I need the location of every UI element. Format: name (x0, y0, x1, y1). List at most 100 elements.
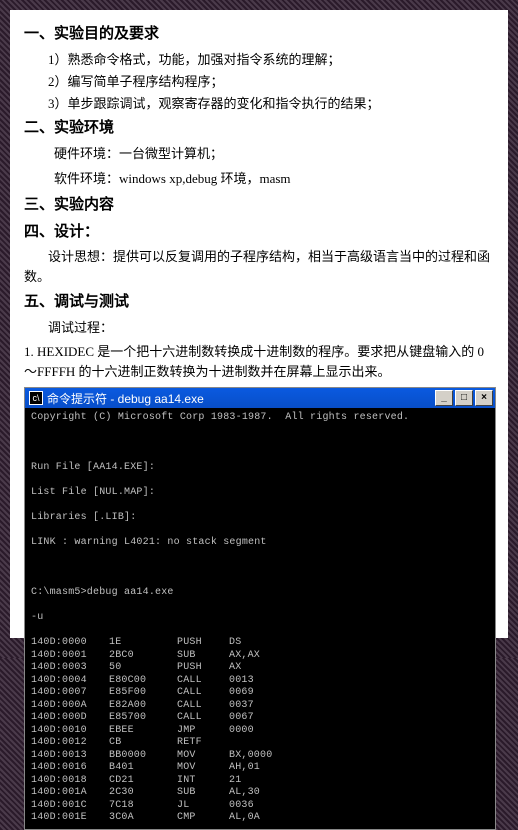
disasm-cell: E85700 (109, 712, 177, 725)
document-page: 一、实验目的及要求 1）熟悉命令格式，功能，加强对指令系统的理解； 2）编写简单… (10, 10, 508, 638)
disasm-row: 140D:000AE82A00CALL0037 (31, 700, 489, 713)
disasm-row: 140D:001E3C0ACMPAL,0A (31, 812, 489, 825)
disasm-cell: RETF (177, 737, 229, 750)
disasm-cell: E82A00 (109, 700, 177, 713)
disasm-cell: AX,AX (229, 650, 489, 663)
disasm-cell: 21 (229, 775, 489, 788)
cmd-icon: c\ (29, 391, 43, 405)
disasm-cell: 50 (109, 662, 177, 675)
section-5-title: 五、调试与测试 (24, 290, 494, 311)
terminal-line (31, 562, 489, 575)
disasm-cell: 140D:0013 (31, 750, 109, 763)
disasm-cell: CALL (177, 712, 229, 725)
disasm-cell: EBEE (109, 725, 177, 738)
hexidec-paragraph: 1. HEXIDEC 是一个把十六进制数转换成十进制数的程序。要求把从键盘输入的… (24, 342, 494, 381)
maximize-button[interactable]: □ (455, 390, 473, 406)
disasm-cell: JMP (177, 725, 229, 738)
disasm-row: 140D:0004E80C00CALL0013 (31, 675, 489, 688)
disasm-cell: SUB (177, 650, 229, 663)
terminal-line: LINK : warning L4021: no stack segment (31, 537, 489, 550)
software-env: 软件环境：windows xp,debug 环境，masm (54, 168, 494, 187)
disasm-cell: SUB (177, 787, 229, 800)
disasm-cell: 0067 (229, 712, 489, 725)
section-3-title: 三、实验内容 (24, 193, 494, 214)
section-2-title: 二、实验环境 (24, 116, 494, 137)
disasm-cell: E80C00 (109, 675, 177, 688)
disasm-cell: CB (109, 737, 177, 750)
disasm-cell: AX (229, 662, 489, 675)
disasm-row: 140D:0013BB0000MOVBX,0000 (31, 750, 489, 763)
disasm-cell: AL,30 (229, 787, 489, 800)
window-title: 命令提示符 - debug aa14.exe (47, 390, 204, 407)
disasm-row: 140D:0012CBRETF (31, 737, 489, 750)
list-item: 2）编写简单子程序结构程序； (48, 71, 494, 90)
disasm-cell: 140D:0001 (31, 650, 109, 663)
design-paragraph: 设计思想：提供可以反复调用的子程序结构，相当于高级语言当中的过程和函数。 (24, 247, 494, 286)
disasm-row: 140D:0016B401MOVAH,01 (31, 762, 489, 775)
terminal-line: Libraries [.LIB]: (31, 512, 489, 525)
disasm-row: 140D:001C7C18JL0036 (31, 800, 489, 813)
window-buttons: _ □ × (435, 390, 495, 406)
disasm-cell: 140D:0007 (31, 687, 109, 700)
disasm-cell: CALL (177, 687, 229, 700)
list-item: 1）熟悉命令格式，功能，加强对指令系统的理解； (48, 49, 494, 68)
disasm-cell: BX,0000 (229, 750, 489, 763)
disasm-cell: 140D:0010 (31, 725, 109, 738)
disasm-cell: 140D:0018 (31, 775, 109, 788)
terminal-line (31, 437, 489, 450)
disasm-cell: 140D:001E (31, 812, 109, 825)
disasm-cell: 0013 (229, 675, 489, 688)
disasm-cell: 140D:0016 (31, 762, 109, 775)
terminal-line: C:\masm5>debug aa14.exe (31, 587, 489, 600)
terminal-window: c\ 命令提示符 - debug aa14.exe _ □ × Copyrigh… (24, 387, 496, 830)
section-4-title: 四、设计： (24, 220, 494, 241)
disasm-row: 140D:0010EBEEJMP0000 (31, 725, 489, 738)
disasm-cell: 140D:0004 (31, 675, 109, 688)
disasm-cell (229, 737, 489, 750)
disassembly-block: 140D:00001EPUSHDS140D:00012BC0SUBAX,AX14… (31, 637, 489, 825)
disasm-row: 140D:000350PUSHAX (31, 662, 489, 675)
minimize-button[interactable]: _ (435, 390, 453, 406)
hardware-env: 硬件环境：一台微型计算机； (54, 143, 494, 162)
disasm-cell: MOV (177, 750, 229, 763)
disasm-cell: BB0000 (109, 750, 177, 763)
disasm-cell: 2BC0 (109, 650, 177, 663)
disasm-row: 140D:000DE85700CALL0067 (31, 712, 489, 725)
disasm-cell: E85F00 (109, 687, 177, 700)
terminal-body: Copyright (C) Microsoft Corp 1983-1987. … (25, 408, 495, 829)
disasm-cell: 0036 (229, 800, 489, 813)
disasm-cell: 2C30 (109, 787, 177, 800)
disasm-cell: CMP (177, 812, 229, 825)
close-button[interactable]: × (475, 390, 493, 406)
disasm-row: 140D:00012BC0SUBAX,AX (31, 650, 489, 663)
disasm-cell: 140D:000D (31, 712, 109, 725)
disasm-cell: CD21 (109, 775, 177, 788)
disasm-cell: 140D:000A (31, 700, 109, 713)
disasm-cell: 140D:001C (31, 800, 109, 813)
disasm-cell: MOV (177, 762, 229, 775)
disasm-cell: CALL (177, 675, 229, 688)
disasm-cell: PUSH (177, 662, 229, 675)
list-item: 3）单步跟踪调试，观察寄存器的变化和指令执行的结果； (48, 93, 494, 112)
section-1-title: 一、实验目的及要求 (24, 22, 494, 43)
disasm-cell: AL,0A (229, 812, 489, 825)
debug-subheading: 调试过程： (48, 317, 494, 336)
disasm-cell: AH,01 (229, 762, 489, 775)
disasm-cell: 140D:001A (31, 787, 109, 800)
disasm-cell: 7C18 (109, 800, 177, 813)
disasm-cell: B401 (109, 762, 177, 775)
disasm-cell: CALL (177, 700, 229, 713)
disasm-cell: 0069 (229, 687, 489, 700)
terminal-line: -u (31, 612, 489, 625)
disasm-row: 140D:0007E85F00CALL0069 (31, 687, 489, 700)
disasm-cell: INT (177, 775, 229, 788)
terminal-line: Copyright (C) Microsoft Corp 1983-1987. … (31, 412, 489, 425)
titlebar[interactable]: c\ 命令提示符 - debug aa14.exe _ □ × (25, 388, 495, 408)
disasm-cell: 0037 (229, 700, 489, 713)
disasm-row: 140D:0018CD21INT21 (31, 775, 489, 788)
disasm-cell: 0000 (229, 725, 489, 738)
disasm-row: 140D:001A2C30SUBAL,30 (31, 787, 489, 800)
disasm-cell: 140D:0012 (31, 737, 109, 750)
disasm-cell: 3C0A (109, 812, 177, 825)
terminal-line: Run File [AA14.EXE]: (31, 462, 489, 475)
